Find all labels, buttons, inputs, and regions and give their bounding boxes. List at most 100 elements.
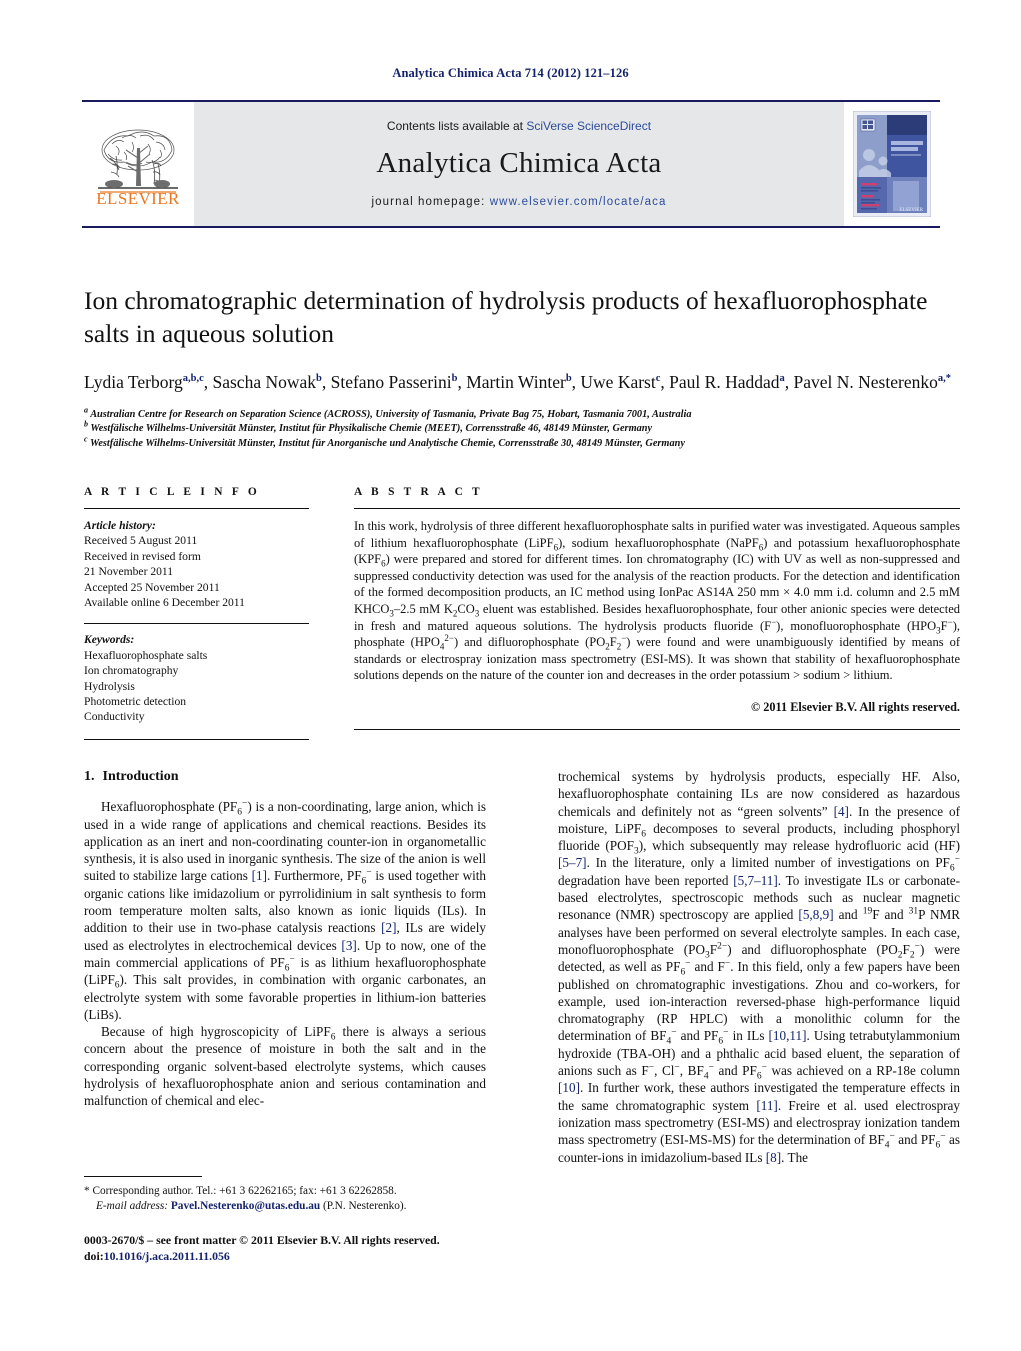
article-info-column: A R T I C L E I N F O Article history: R… [84, 486, 331, 740]
email-owner: (P.N. Nesterenko). [323, 1199, 407, 1212]
footnote-text: * Corresponding author. Tel.: +61 3 6226… [84, 1184, 486, 1213]
keywords-label: Keywords: [84, 633, 135, 647]
introduction-number: 1. [84, 769, 95, 784]
author-name: Martin Winterb [466, 372, 572, 392]
corresponding-author-footnote: * Corresponding author. Tel.: +61 3 6226… [84, 1176, 486, 1213]
journal-masthead: ELSEVIER Contents lists available at Sci… [82, 100, 940, 228]
issn-doi-block: 0003-2670/$ – see front matter © 2011 El… [84, 1232, 514, 1264]
abstract-column: A B S T R A C T In this work, hydrolysis… [331, 486, 960, 740]
intro-paragraph-2: Because of high hygroscopicity of LiPF6 … [84, 1024, 486, 1109]
intro-paragraph-3: trochemical systems by hydrolysis produc… [558, 769, 961, 1165]
author-name: Lydia Terborga,b,c [84, 372, 204, 392]
footnote-divider [84, 1176, 202, 1177]
article-history-item: Received in revised form [84, 549, 201, 563]
body-column-left: 1. Introduction Hexafluorophosphate (PF6−… [84, 768, 486, 1166]
citation-10[interactable]: [10] [558, 1080, 580, 1095]
article-info-heading: A R T I C L E I N F O [84, 486, 261, 498]
article-history-item: 21 November 2011 [84, 565, 174, 579]
journal-title: Analytica Chimica Acta [376, 146, 662, 179]
article-info-rule [84, 508, 309, 509]
article-history-item: Available online 6 December 2011 [84, 596, 245, 610]
affiliation-item: a Australian Centre for Research on Sepa… [84, 405, 692, 420]
affiliation-item: c Westfälische Wilhelms-Universität Müns… [84, 434, 685, 449]
elsevier-logo: ELSEVIER [82, 102, 194, 226]
affiliation-marker: b [84, 419, 88, 429]
article-history-items: Received 5 August 2011 Received in revise… [84, 533, 309, 610]
abstract-bottom-rule [354, 728, 960, 730]
introduction-heading: 1. Introduction [84, 768, 486, 785]
keyword-item: Conductivity [84, 710, 145, 724]
masthead-center: Contents lists available at SciVerse Sci… [194, 102, 844, 226]
keywords-block: Keywords: Hexafluorophosphate salts Ion c… [84, 632, 309, 724]
article-history-label: Article history: [84, 519, 156, 532]
article-history-block: Article history: Received 5 August 2011 R… [84, 518, 309, 610]
author-name: Sascha Nowakb [212, 372, 322, 392]
issn-line: 0003-2670/$ – see front matter © 2011 El… [84, 1233, 440, 1247]
body-column-right: trochemical systems by hydrolysis produc… [558, 768, 960, 1166]
homepage-url-link[interactable]: www.elsevier.com/locate/aca [490, 196, 667, 208]
homepage-prefix: journal homepage: [371, 195, 486, 208]
citation-10-11[interactable]: [10,11] [769, 1028, 807, 1043]
author-affiliation-marker: a [779, 373, 785, 385]
citation-8[interactable]: [8] [766, 1150, 781, 1165]
elsevier-tree-icon: ELSEVIER [96, 129, 180, 208]
citation-5-8-9[interactable]: [5,8,9] [798, 907, 833, 922]
doi-line: doi:10.1016/j.aca.2011.11.056 [84, 1248, 514, 1264]
corresponding-author-line: * Corresponding author. Tel.: +61 3 6226… [84, 1185, 397, 1197]
article-title: Ion chromatographic determination of hyd… [84, 286, 928, 348]
info-abstract-section: A R T I C L E I N F O Article history: R… [84, 486, 960, 740]
introduction-title: Introduction [102, 769, 179, 784]
citation-3[interactable]: [3] [341, 938, 356, 953]
keywords-divider [84, 623, 309, 625]
affiliation-list: a Australian Centre for Research on Sepa… [84, 405, 960, 451]
author-list: Lydia Terborga,b,c, Sascha Nowakb, Stefa… [84, 372, 951, 392]
citation-2[interactable]: [2] [381, 920, 396, 935]
running-head: Analytica Chimica Acta 714 (2012) 121–12… [392, 66, 629, 80]
contents-available-line: Contents lists available at SciVerse Sci… [387, 119, 651, 133]
keyword-item: Hexafluorophosphate salts [84, 648, 208, 662]
author-name: Pavel N. Nesterenkoa,* [793, 372, 951, 392]
author-name: Uwe Karstc [580, 372, 661, 392]
citation-1[interactable]: [1] [252, 868, 267, 883]
citation-5-7-11[interactable]: [5,7–11] [733, 873, 778, 888]
keyword-item: Photometric detection [84, 695, 187, 709]
author-affiliation-marker: b [316, 373, 322, 385]
citation-5-7[interactable]: [5–7] [558, 855, 587, 870]
email-line: E-mail address: Pavel.Nesterenko@utas.ed… [84, 1199, 486, 1214]
affiliation-marker: a [84, 405, 88, 415]
journal-cover-thumbnail: ELSEVIER [844, 102, 940, 226]
author-name: Paul R. Haddada [669, 372, 785, 392]
keyword-item: Hydrolysis [84, 679, 135, 693]
keywords-items: Hexafluorophosphate salts Ion chromatogra… [84, 648, 309, 725]
article-info-bottom-rule [84, 738, 309, 740]
article-history-item: Accepted 25 November 2011 [84, 580, 220, 594]
citation-11[interactable]: [11] [756, 1098, 777, 1113]
author-affiliation-marker: a,b,c [182, 373, 204, 385]
intro-paragraph-1: Hexafluorophosphate (PF6−) is a non-coor… [84, 798, 487, 1022]
doi-link[interactable]: 10.1016/j.aca.2011.11.056 [104, 1249, 230, 1263]
body-columns: 1. Introduction Hexafluorophosphate (PF6−… [84, 768, 960, 1166]
abstract-heading: A B S T R A C T [354, 486, 483, 498]
affiliation-marker: c [84, 434, 88, 444]
sciencedirect-link[interactable]: SciVerse ScienceDirect [526, 119, 651, 133]
author-affiliation-marker: b [565, 373, 572, 385]
journal-homepage-line: journal homepage: www.elsevier.com/locat… [372, 196, 667, 208]
email-link[interactable]: Pavel.Nesterenko@utas.edu.au [171, 1200, 320, 1212]
title-block: Ion chromatographic determination of hyd… [84, 284, 960, 451]
paper-page: Analytica Chimica Acta 714 (2012) 121–12… [0, 0, 1021, 1351]
author-affiliation-marker: a,* [937, 373, 951, 385]
article-history-item: Received 5 August 2011 [84, 534, 198, 548]
abstract-rule [354, 508, 960, 509]
abstract-copyright: © 2011 Elsevier B.V. All rights reserved… [750, 699, 960, 714]
abstract-text: In this work, hydrolysis of three differ… [354, 519, 961, 683]
author-name: Stefano Passerinib [330, 372, 458, 392]
doi-label: doi: [84, 1249, 104, 1263]
author-affiliation-marker: c [655, 373, 661, 385]
author-affiliation-marker: b [451, 373, 458, 385]
journal-cover-icon: ELSEVIER [853, 111, 931, 217]
email-label: E-mail address: [96, 1199, 169, 1212]
svg-text:ELSEVIER: ELSEVIER [899, 208, 923, 213]
citation-4[interactable]: [4] [834, 804, 849, 819]
keyword-item: Ion chromatography [84, 664, 179, 678]
contents-prefix: Contents lists available at [386, 118, 523, 133]
